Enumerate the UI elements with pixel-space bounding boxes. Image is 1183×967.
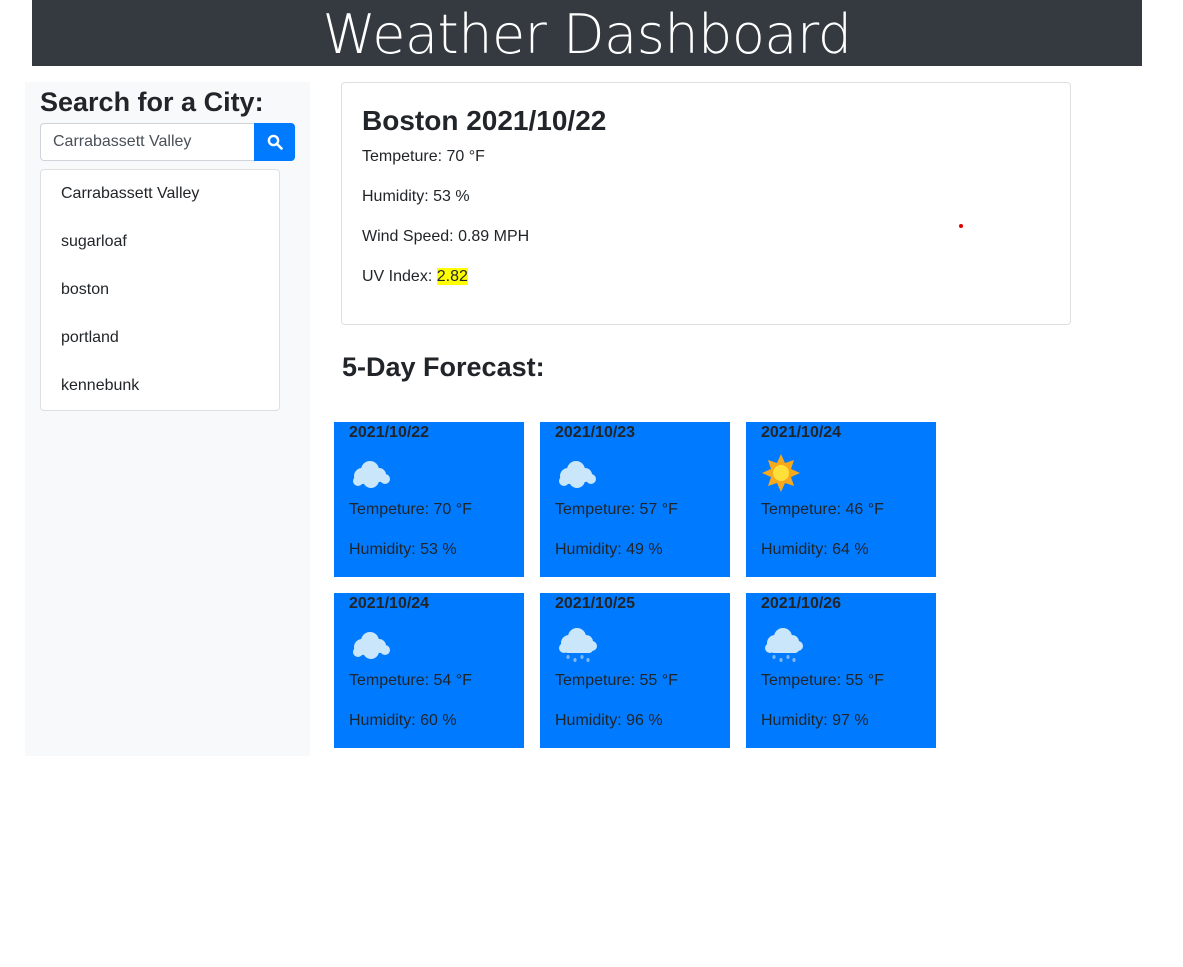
forecast-temperature-value: 55 °F — [845, 672, 884, 689]
forecast-humidity: Humidity: 60 % — [349, 709, 457, 733]
forecast-humidity-label: Humidity: — [555, 712, 622, 729]
current-temperature: Tempeture: 70 °F — [362, 145, 485, 169]
forecast-temperature: Tempeture: 54 °F — [349, 669, 472, 693]
forecast-humidity-value: 97 % — [832, 712, 869, 729]
history-item-sugarloaf[interactable]: sugarloaf — [41, 218, 279, 266]
cloud-icon — [353, 461, 390, 488]
current-wind-value: 0.89 MPH — [458, 228, 530, 245]
forecast-temperature-label: Tempeture: — [761, 501, 842, 518]
forecast-humidity-value: 96 % — [626, 712, 663, 729]
history-item-portland[interactable]: portland — [41, 314, 279, 362]
forecast-humidity-label: Humidity: — [761, 541, 828, 558]
forecast-humidity: Humidity: 49 % — [555, 538, 663, 562]
forecast-card: 2021/10/24 Tempeture: 46 °F Humidity: 64… — [746, 422, 936, 577]
cursor-dot — [959, 224, 963, 228]
search-group — [40, 123, 295, 161]
forecast-temperature-value: 57 °F — [639, 501, 678, 518]
forecast-temperature-label: Tempeture: — [349, 501, 430, 518]
forecast-humidity-value: 49 % — [626, 541, 663, 558]
forecast-humidity: Humidity: 96 % — [555, 709, 663, 733]
city-search-input[interactable] — [40, 123, 254, 161]
forecast-date: 2021/10/23 — [555, 424, 636, 441]
forecast-card: 2021/10/24 Tempeture: 54 °F Humidity: 60… — [334, 593, 524, 748]
rain-cloud-icon — [559, 628, 597, 662]
forecast-temperature-value: 46 °F — [845, 501, 884, 518]
forecast-date: 2021/10/25 — [555, 595, 636, 612]
forecast-temperature: Tempeture: 55 °F — [555, 669, 678, 693]
current-humidity: Humidity: 53 % — [362, 185, 470, 209]
forecast-humidity: Humidity: 53 % — [349, 538, 457, 562]
current-temperature-label: Tempeture: — [362, 148, 443, 165]
forecast-temperature: Tempeture: 55 °F — [761, 669, 884, 693]
search-history-list: Carrabassett Valley sugarloaf boston por… — [40, 169, 280, 411]
current-humidity-label: Humidity: — [362, 188, 429, 205]
forecast-card: 2021/10/26 Tempeture: 55 °F Humidity: 97… — [746, 593, 936, 748]
forecast-date: 2021/10/24 — [349, 595, 430, 612]
current-uv-index: UV Index: 2.82 — [362, 265, 468, 289]
forecast-temperature-label: Tempeture: — [555, 501, 636, 518]
search-button[interactable] — [254, 123, 295, 161]
cloud-icon — [559, 461, 596, 488]
current-humidity-value: 53 % — [433, 188, 470, 205]
current-temperature-value: 70 °F — [446, 148, 485, 165]
forecast-temperature-label: Tempeture: — [761, 672, 842, 689]
search-sidebar: Search for a City: Carrabassett Valley s… — [25, 82, 310, 756]
current-wind-label: Wind Speed: — [362, 228, 454, 245]
rain-cloud-icon — [765, 628, 803, 662]
forecast-date: 2021/10/26 — [761, 595, 842, 612]
forecast-date: 2021/10/24 — [761, 424, 842, 441]
forecast-temperature: Tempeture: 57 °F — [555, 498, 678, 522]
forecast-humidity-label: Humidity: — [349, 541, 416, 558]
forecast-card: 2021/10/25 Tempeture: 55 °F Humidity: 96… — [540, 593, 730, 748]
current-uv-label: UV Index: — [362, 268, 433, 285]
forecast-temperature: Tempeture: 46 °F — [761, 498, 884, 522]
cloud-icon — [353, 632, 390, 659]
forecast-temperature-label: Tempeture: — [555, 672, 636, 689]
page-title: Weather Dashboard — [322, 3, 853, 66]
history-item-carrabassett-valley[interactable]: Carrabassett Valley — [41, 170, 279, 218]
forecast-card: 2021/10/22 Tempeture: 70 °F Humidity: 53… — [334, 422, 524, 577]
forecast-humidity-value: 60 % — [420, 712, 457, 729]
search-title: Search for a City: — [40, 87, 264, 117]
page-header: Weather Dashboard — [32, 0, 1142, 66]
forecast-humidity: Humidity: 97 % — [761, 709, 869, 733]
forecast-humidity-label: Humidity: — [555, 541, 622, 558]
current-wind-speed: Wind Speed: 0.89 MPH — [362, 225, 529, 249]
uv-index-badge: 2.82 — [436, 268, 468, 285]
sun-icon — [762, 454, 800, 492]
forecast-temperature-value: 55 °F — [639, 672, 678, 689]
forecast-humidity-value: 64 % — [832, 541, 869, 558]
forecast-temperature-label: Tempeture: — [349, 672, 430, 689]
forecast-card: 2021/10/23 Tempeture: 57 °F Humidity: 49… — [540, 422, 730, 577]
current-city-date: Boston 2021/10/22 — [362, 105, 607, 136]
history-item-kennebunk[interactable]: kennebunk — [41, 362, 279, 410]
forecast-temperature-value: 70 °F — [433, 501, 472, 518]
forecast-humidity-label: Humidity: — [349, 712, 416, 729]
forecast-humidity: Humidity: 64 % — [761, 538, 869, 562]
forecast-temperature-value: 54 °F — [433, 672, 472, 689]
search-icon — [267, 134, 283, 150]
forecast-temperature: Tempeture: 70 °F — [349, 498, 472, 522]
forecast-humidity-value: 53 % — [420, 541, 457, 558]
forecast-humidity-label: Humidity: — [761, 712, 828, 729]
current-weather-card: Boston 2021/10/22 Tempeture: 70 °F Humid… — [341, 82, 1071, 325]
forecast-title: 5-Day Forecast: — [342, 352, 545, 382]
history-item-boston[interactable]: boston — [41, 266, 279, 314]
forecast-date: 2021/10/22 — [349, 424, 430, 441]
